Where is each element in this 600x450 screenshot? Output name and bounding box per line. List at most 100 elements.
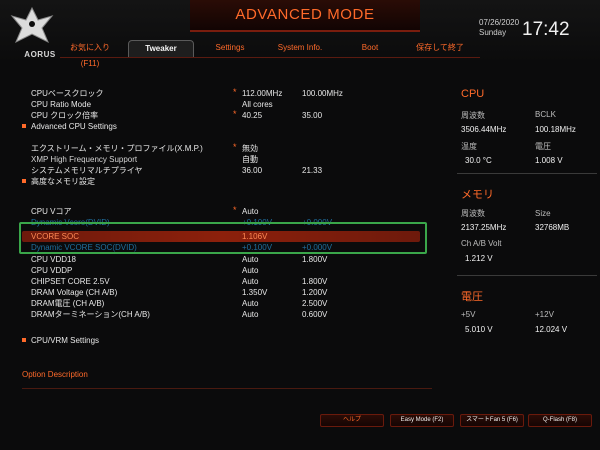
setting-row-cpu-multiplier[interactable]: CPU クロック倍率 * 40.25 35.00 (22, 109, 442, 121)
setting-current-value: 0.600V (302, 310, 328, 319)
setting-row-dram-termination[interactable]: DRAMターミネーション(CH A/B) Auto 0.600V (22, 309, 442, 320)
tweaker-settings-list: CPUベースクロック * 112.00MHz 100.00MHz CPU Rat… (19, 80, 442, 380)
changed-star-icon: * (233, 205, 237, 215)
help-button[interactable]: ヘルプ (320, 414, 384, 427)
setting-label: XMP High Frequency Support (31, 155, 138, 164)
setting-current-value: 2.500V (302, 299, 328, 308)
changed-star-icon: * (233, 109, 237, 119)
panel-divider (457, 275, 597, 276)
option-description-label: Option Description (22, 370, 88, 379)
submenu-bullet-icon (22, 124, 26, 128)
setting-row-memory-multiplier[interactable]: システムメモリマルチプライヤ 36.00 21.33 (22, 165, 442, 176)
cpu-volt-value: 1.008 V (535, 156, 563, 165)
setting-value: 112.00MHz (242, 89, 283, 98)
setting-row-xmp[interactable]: エクストリーム・メモリ・プロファイル(X.M.P.) * 無効 (22, 142, 442, 154)
clock-time: 17:42 (522, 19, 570, 40)
setting-label: CPU クロック倍率 (31, 111, 99, 120)
eagle-icon (10, 6, 54, 44)
setting-row-chipset-core[interactable]: CHIPSET CORE 2.5V Auto 1.800V (22, 276, 442, 287)
setting-value: Auto (242, 207, 259, 216)
setting-row-dram-voltage-2[interactable]: DRAM電圧 (CH A/B) Auto 2.500V (22, 298, 442, 309)
logo-text: AORUS (24, 50, 56, 59)
setting-label: 高度なメモリ設定 (31, 177, 95, 186)
setting-value: Auto (242, 310, 259, 319)
tab-boot[interactable]: Boot (340, 40, 400, 56)
setting-label: Advanced CPU Settings (31, 122, 117, 131)
tab-save-exit[interactable]: 保存して終了 (410, 40, 470, 56)
setting-label: DRAMターミネーション(CH A/B) (31, 310, 150, 319)
option-description-divider (22, 388, 432, 389)
memory-chab-volt-label: Ch A/B Volt (461, 239, 502, 248)
memory-section-title: メモリ (461, 189, 494, 201)
day-text: Sunday (479, 28, 507, 37)
memory-chab-volt-value: 1.212 V (465, 254, 493, 263)
smart-fan-button[interactable]: スマートFan 5 (F6) (460, 414, 524, 427)
page-title: ADVANCED MODE (235, 6, 375, 23)
panel-divider (457, 173, 597, 174)
setting-label: CPU Vコア (31, 207, 72, 216)
setting-label: CPU/VRM Settings (31, 336, 100, 345)
q-flash-button[interactable]: Q-Flash (F8) (528, 414, 592, 427)
setting-label: エクストリーム・メモリ・プロファイル(X.M.P.) (31, 144, 203, 153)
date-text: 07/26/2020 (479, 18, 520, 27)
bclk-value: 100.18MHz (535, 125, 576, 134)
memory-freq-value: 2137.25MHz (461, 223, 507, 232)
tab-underline (60, 57, 480, 58)
submenu-bullet-icon (22, 179, 26, 183)
tab-bar: お気に入り (F11) Tweaker Settings System Info… (60, 40, 480, 68)
setting-row-cpu-vddp[interactable]: CPU VDDP Auto (22, 265, 442, 276)
setting-value: 1.350V (242, 288, 268, 297)
setting-label: DRAM電圧 (CH A/B) (31, 299, 105, 308)
setting-value: Auto (242, 266, 259, 275)
cpu-temp-label: 温度 (461, 142, 477, 151)
setting-current-value: 100.00MHz (302, 89, 343, 98)
setting-label: CPUベースクロック (31, 89, 104, 98)
datetime: 07/26/2020 Sunday 17:42 (475, 18, 585, 54)
selection-outline (19, 222, 427, 254)
bclk-label: BCLK (535, 110, 556, 119)
submenu-bullet-icon (22, 338, 26, 342)
setting-value: Auto (242, 255, 259, 264)
changed-star-icon: * (233, 87, 237, 97)
memory-size-label: Size (535, 209, 551, 218)
setting-current-value: 21.33 (302, 166, 323, 175)
setting-value: 40.25 (242, 111, 263, 120)
memory-freq-label: 周波数 (461, 209, 485, 218)
setting-row-cpu-base-clock[interactable]: CPUベースクロック * 112.00MHz 100.00MHz (22, 87, 442, 99)
setting-label: システムメモリマルチプライヤ (31, 166, 143, 175)
cpu-freq-label: 周波数 (461, 111, 485, 120)
tab-system-info[interactable]: System Info. (270, 40, 330, 56)
plus5v-label: +5V (461, 310, 476, 319)
setting-value: 無効 (242, 144, 258, 153)
setting-row-cpu-vcore[interactable]: CPU Vコア * Auto (22, 205, 442, 217)
tab-tweaker[interactable]: Tweaker (128, 40, 194, 58)
setting-label: CPU VDD18 (31, 255, 76, 264)
setting-label: CPU Ratio Mode (31, 100, 92, 109)
submenu-cpu-vrm-settings[interactable]: CPU/VRM Settings (22, 335, 442, 346)
setting-row-xmp-high-freq[interactable]: XMP High Frequency Support 自動 (22, 154, 442, 165)
setting-current-value: 1.800V (302, 255, 328, 264)
bottom-function-bar: ヘルプ Easy Mode (F2) スマートFan 5 (F6) Q-Flas… (320, 414, 592, 427)
cpu-volt-label: 電圧 (535, 142, 551, 151)
tab-favorites[interactable]: お気に入り (F11) (60, 40, 120, 68)
plus12v-label: +12V (535, 310, 554, 319)
cpu-temp-value: 30.0 °C (465, 156, 492, 165)
setting-current-value: 1.200V (302, 288, 328, 297)
hardware-monitor-panel: CPU 周波数 BCLK 3506.44MHz 100.18MHz 温度 電圧 … (457, 88, 597, 348)
plus12v-value: 12.024 V (535, 325, 568, 334)
setting-value: 36.00 (242, 166, 263, 175)
easy-mode-button[interactable]: Easy Mode (F2) (390, 414, 454, 427)
changed-star-icon: * (233, 142, 237, 152)
setting-row-cpu-vdd18[interactable]: CPU VDD18 Auto 1.800V (22, 254, 442, 265)
submenu-advanced-memory-settings[interactable]: 高度なメモリ設定 (22, 176, 442, 187)
setting-value: Auto (242, 299, 259, 308)
plus5v-value: 5.010 V (465, 325, 493, 334)
voltage-section-title: 電圧 (461, 291, 483, 303)
setting-row-dram-voltage[interactable]: DRAM Voltage (CH A/B) 1.350V 1.200V (22, 287, 442, 298)
aorus-logo: AORUS (8, 6, 56, 60)
submenu-advanced-cpu-settings[interactable]: Advanced CPU Settings (22, 121, 442, 132)
setting-row-cpu-ratio-mode[interactable]: CPU Ratio Mode All cores (22, 99, 442, 110)
tab-settings[interactable]: Settings (200, 40, 260, 56)
setting-label: CPU VDDP (31, 266, 73, 275)
cpu-freq-value: 3506.44MHz (461, 125, 507, 134)
